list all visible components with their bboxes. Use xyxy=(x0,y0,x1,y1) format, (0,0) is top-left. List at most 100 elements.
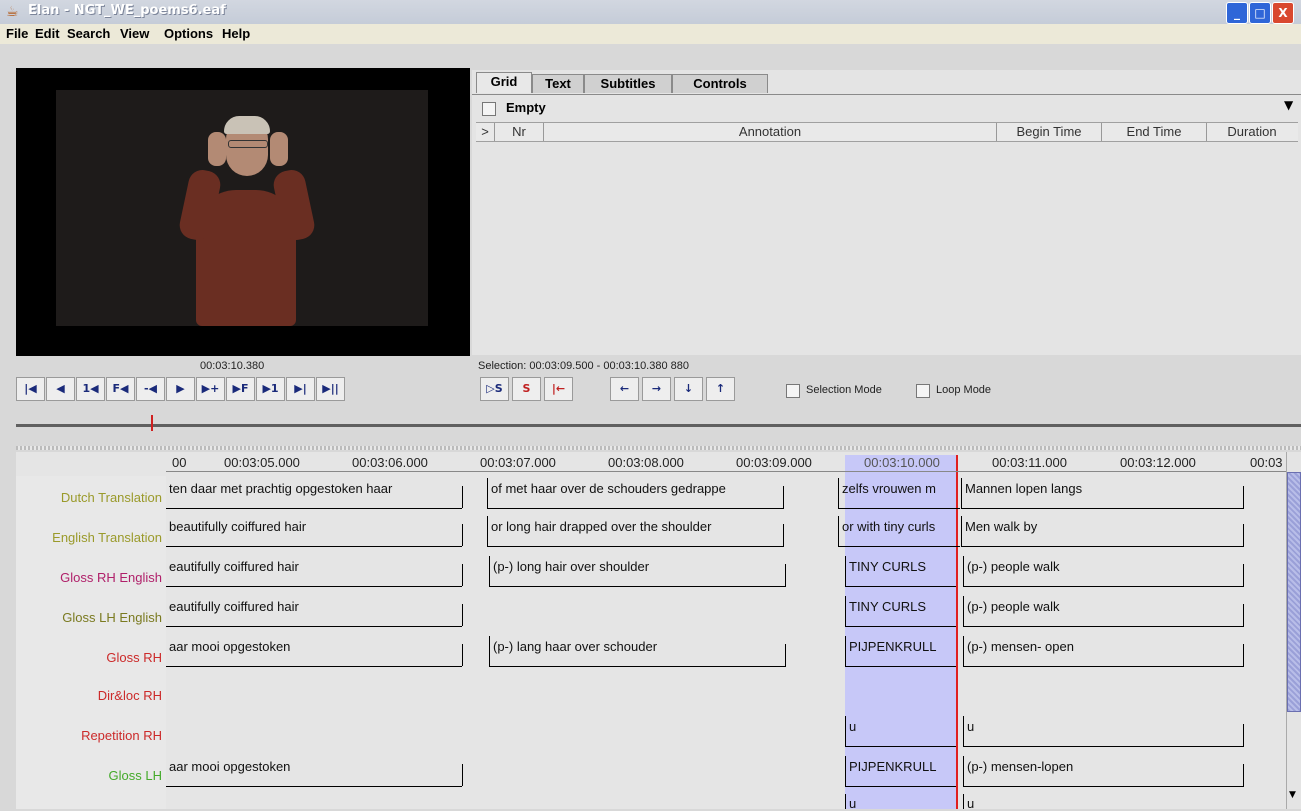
tab-text[interactable]: Text xyxy=(532,74,584,93)
annotation[interactable]: ten daar met prachtig opgestoken haar xyxy=(166,478,462,509)
annotation[interactable]: (p-) mensen- open xyxy=(963,636,1244,667)
ruler-tick: 00:03:10.000 xyxy=(864,455,940,470)
ruler-tick: 00 xyxy=(172,455,187,470)
col-annotation[interactable]: Annotation xyxy=(544,123,997,141)
tier-label-gloss-lh[interactable]: Gloss LH xyxy=(109,768,162,783)
tier-label-gloss-rh-english[interactable]: Gloss RH English xyxy=(60,570,162,585)
previous-f-button[interactable]: F◀ xyxy=(106,377,135,401)
previous-frame-button[interactable]: 1◀ xyxy=(76,377,105,401)
annotation[interactable]: TINY CURLS xyxy=(845,556,956,587)
ruler-tick: 00:03 xyxy=(1250,455,1283,470)
tier-label-english-translation[interactable]: English Translation xyxy=(52,530,162,545)
selection-mode-label: Selection Mode xyxy=(806,384,882,396)
tier-label-gloss-rh[interactable]: Gloss RH xyxy=(106,650,162,665)
tab-grid[interactable]: Grid xyxy=(476,72,532,93)
col-end-time[interactable]: End Time xyxy=(1102,123,1207,141)
ruler-tick: 00:03:05.000 xyxy=(224,455,300,470)
java-app-icon: ☕ xyxy=(6,4,19,20)
annotation-panel: Grid Text Subtitles Controls Empty ▼ > N… xyxy=(472,70,1301,355)
scroll-down-icon[interactable]: ▼ xyxy=(1289,790,1296,800)
arrow-right-button[interactable]: → xyxy=(642,377,671,401)
tier-checkbox[interactable] xyxy=(482,102,496,116)
annotation[interactable]: TINY CURLS xyxy=(845,596,956,627)
chevron-down-icon[interactable]: ▼ xyxy=(1284,98,1293,112)
annotation[interactable]: zelfs vrouwen m xyxy=(838,478,960,509)
go-to-end-button[interactable]: ▶|| xyxy=(316,377,345,401)
annotation-end xyxy=(1243,564,1244,586)
selection-begin-button[interactable]: |← xyxy=(544,377,573,401)
overview-cursor[interactable] xyxy=(151,415,153,431)
arrow-left-button[interactable]: ← xyxy=(610,377,639,401)
next-pixel-button[interactable]: ▶+ xyxy=(196,377,225,401)
video-viewer[interactable] xyxy=(16,68,470,356)
annotation[interactable]: Men walk by xyxy=(961,516,1244,547)
maximize-button[interactable]: □ xyxy=(1249,2,1271,24)
annotation[interactable]: eautifully coiffured hair xyxy=(166,556,462,587)
play-button[interactable]: ▶ xyxy=(166,377,195,401)
minimize-button[interactable]: _ xyxy=(1226,2,1248,24)
annotation[interactable]: (p-) people walk xyxy=(963,596,1244,627)
menu-search[interactable]: Search xyxy=(67,26,110,41)
annotation-end xyxy=(783,486,784,508)
annotation[interactable]: Mannen lopen langs xyxy=(961,478,1244,509)
go-to-begin-button[interactable]: |◀ xyxy=(16,377,45,401)
col-marker[interactable]: > xyxy=(476,123,495,141)
annotation[interactable]: u xyxy=(845,716,956,747)
tier-select[interactable]: Empty ▼ xyxy=(478,96,1298,118)
ruler-tick: 00:03:09.000 xyxy=(736,455,812,470)
close-button[interactable]: X xyxy=(1272,2,1294,24)
tier-label-gloss-lh-english[interactable]: Gloss LH English xyxy=(62,610,162,625)
loop-mode-checkbox[interactable] xyxy=(916,384,930,398)
tier-select-value: Empty xyxy=(506,100,546,115)
tab-subtitles[interactable]: Subtitles xyxy=(584,74,672,93)
previous-second-button[interactable]: ◀ xyxy=(46,377,75,401)
annotation[interactable]: u xyxy=(845,794,956,811)
annotation[interactable]: beautifully coiffured hair xyxy=(166,516,462,547)
ruler-tick: 00:03:12.000 xyxy=(1120,455,1196,470)
annotation[interactable]: (p-) mensen-lopen xyxy=(963,756,1244,787)
annotation[interactable]: of met haar over de schouders gedrappe xyxy=(487,478,784,509)
annotation[interactable]: u xyxy=(963,794,1244,811)
menu-help[interactable]: Help xyxy=(222,26,250,41)
annotation[interactable]: aar mooi opgestoken xyxy=(166,756,462,787)
annotation-end xyxy=(462,524,463,546)
selection-mode-checkbox[interactable] xyxy=(786,384,800,398)
tier-label-dir-loc-rh[interactable]: Dir&loc RH xyxy=(98,688,162,703)
next-second-button[interactable]: ▶| xyxy=(286,377,315,401)
scrollbar-thumb[interactable] xyxy=(1287,472,1301,712)
splitter[interactable] xyxy=(16,446,1301,450)
annotation[interactable]: eautifully coiffured hair xyxy=(166,596,462,627)
time-overview-ruler[interactable] xyxy=(16,415,1301,434)
annotation-end xyxy=(1243,486,1244,508)
col-duration[interactable]: Duration xyxy=(1207,123,1297,141)
annotation[interactable]: (p-) long hair over shoulder xyxy=(489,556,786,587)
col-begin-time[interactable]: Begin Time xyxy=(997,123,1102,141)
menu-edit[interactable]: Edit xyxy=(35,26,60,41)
clear-selection-button[interactable]: S xyxy=(512,377,541,401)
arrow-down-button[interactable]: ↓ xyxy=(674,377,703,401)
annotation[interactable]: (p-) people walk xyxy=(963,556,1244,587)
next-f-button[interactable]: ▶F xyxy=(226,377,255,401)
col-nr[interactable]: Nr xyxy=(495,123,544,141)
timeline-scrollbar[interactable]: ▼ xyxy=(1286,452,1301,809)
annotation[interactable]: (p-) lang haar over schouder xyxy=(489,636,786,667)
tab-controls[interactable]: Controls xyxy=(672,74,768,93)
menu-options[interactable]: Options xyxy=(164,26,213,41)
play-selection-button[interactable]: ▷S xyxy=(480,377,509,401)
arrow-up-button[interactable]: ↑ xyxy=(706,377,735,401)
annotation[interactable]: PIJPENKRULL xyxy=(845,636,956,667)
annotation[interactable]: PIJPENKRULL xyxy=(845,756,956,787)
annotation[interactable]: aar mooi opgestoken xyxy=(166,636,462,667)
menu-view[interactable]: View xyxy=(120,26,149,41)
signer-right-hand xyxy=(270,132,288,166)
annotation-end xyxy=(462,644,463,666)
title-bar: ☕ Elan - NGT_WE_poems6.eaf _ □ X xyxy=(0,0,1301,25)
annotation[interactable]: or long hair drapped over the shoulder xyxy=(487,516,784,547)
previous-pixel-button[interactable]: -◀ xyxy=(136,377,165,401)
next-frame-button[interactable]: ▶1 xyxy=(256,377,285,401)
tier-label-dutch-translation[interactable]: Dutch Translation xyxy=(61,490,162,505)
tier-label-repetition-rh[interactable]: Repetition RH xyxy=(81,728,162,743)
menu-file[interactable]: File xyxy=(6,26,28,41)
annotation[interactable]: or with tiny curls xyxy=(838,516,960,547)
annotation[interactable]: u xyxy=(963,716,1244,747)
